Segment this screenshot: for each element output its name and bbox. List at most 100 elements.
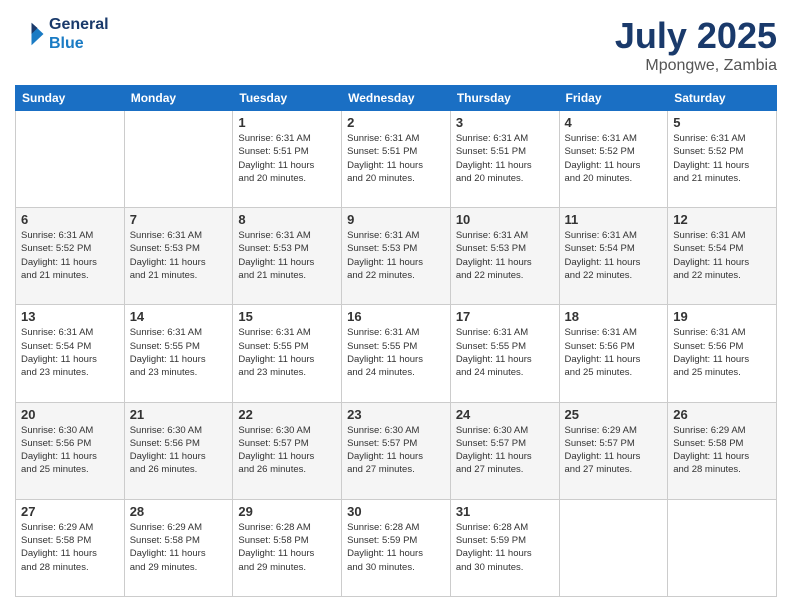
table-row: 20Sunrise: 6:30 AM Sunset: 5:56 PM Dayli… (16, 402, 125, 499)
table-row: 12 Sunrise: 6:31 AM Sunset: 5:54 PM Dayli… (668, 208, 777, 305)
day-number: 15 (238, 309, 336, 324)
table-row: 7 Sunrise: 6:31 AM Sunset: 5:53 PM Daylig… (124, 208, 233, 305)
table-row: 31 Sunrise: 6:28 AM Sunset: 5:59 PM Dayli… (450, 499, 559, 596)
table-row: 9Sunrise: 6:31 AM Sunset: 5:53 PM Daylig… (342, 208, 451, 305)
day-info: Sunrise: 6:31 AM Sunset: 5:55 PM Dayligh… (238, 326, 336, 379)
table-row: 14 Sunrise: 6:31 AM Sunset: 5:55 PM Dayli… (124, 305, 233, 402)
day-info: Sunrise: 6:31 AM Sunset: 5:52 PM Dayligh… (673, 132, 771, 185)
col-monday: Monday (124, 86, 233, 111)
col-sunday: Sunday (16, 86, 125, 111)
day-number: 12 (673, 212, 771, 227)
day-info: Sunrise: 6:29 AM Sunset: 5:57 PM Dayligh… (565, 424, 663, 477)
table-row: 22Sunrise: 6:30 AM Sunset: 5:57 PM Dayli… (233, 402, 342, 499)
day-number: 14 (130, 309, 228, 324)
day-number: 28 (130, 504, 228, 519)
day-info: Sunrise: 6:31 AM Sunset: 5:55 PM Dayligh… (130, 326, 228, 379)
day-info: Sunrise: 6:31 AM Sunset: 5:54 PM Dayligh… (565, 229, 663, 282)
table-row: 27Sunrise: 6:29 AM Sunset: 5:58 PM Dayli… (16, 499, 125, 596)
header: General Blue July 2025 Mpongwe, Zambia (15, 15, 777, 75)
day-number: 8 (238, 212, 336, 227)
calendar-week-row: 1Sunrise: 6:31 AM Sunset: 5:51 PM Daylig… (16, 111, 777, 208)
day-info: Sunrise: 6:31 AM Sunset: 5:54 PM Dayligh… (673, 229, 771, 282)
col-saturday: Saturday (668, 86, 777, 111)
title-block: July 2025 Mpongwe, Zambia (615, 15, 777, 75)
day-number: 4 (565, 115, 663, 130)
table-row: 6 Sunrise: 6:31 AM Sunset: 5:52 PM Daylig… (16, 208, 125, 305)
day-number: 13 (21, 309, 119, 324)
location: Mpongwe, Zambia (615, 57, 777, 75)
table-row: 3 Sunrise: 6:31 AM Sunset: 5:51 PM Daylig… (450, 111, 559, 208)
day-info: Sunrise: 6:29 AM Sunset: 5:58 PM Dayligh… (130, 521, 228, 574)
day-info: Sunrise: 6:31 AM Sunset: 5:53 PM Dayligh… (238, 229, 336, 282)
table-row: 18Sunrise: 6:31 AM Sunset: 5:56 PM Dayli… (559, 305, 668, 402)
table-row: 19 Sunrise: 6:31 AM Sunset: 5:56 PM Dayli… (668, 305, 777, 402)
day-info: Sunrise: 6:30 AM Sunset: 5:56 PM Dayligh… (130, 424, 228, 477)
day-number: 31 (456, 504, 554, 519)
table-row: 4 Sunrise: 6:31 AM Sunset: 5:52 PM Daylig… (559, 111, 668, 208)
day-number: 23 (347, 407, 445, 422)
month-title: July 2025 (615, 15, 777, 57)
day-info: Sunrise: 6:31 AM Sunset: 5:54 PM Dayligh… (21, 326, 119, 379)
col-thursday: Thursday (450, 86, 559, 111)
table-row: 25Sunrise: 6:29 AM Sunset: 5:57 PM Dayli… (559, 402, 668, 499)
day-number: 20 (21, 407, 119, 422)
day-number: 17 (456, 309, 554, 324)
day-number: 9 (347, 212, 445, 227)
day-number: 6 (21, 212, 119, 227)
table-row: 30Sunrise: 6:28 AM Sunset: 5:59 PM Dayli… (342, 499, 451, 596)
table-row: 23 Sunrise: 6:30 AM Sunset: 5:57 PM Dayli… (342, 402, 451, 499)
logo: General Blue (15, 15, 109, 53)
day-number: 7 (130, 212, 228, 227)
table-row (559, 499, 668, 596)
day-number: 5 (673, 115, 771, 130)
calendar-table: Sunday Monday Tuesday Wednesday Thursday… (15, 85, 777, 597)
day-info: Sunrise: 6:29 AM Sunset: 5:58 PM Dayligh… (673, 424, 771, 477)
day-info: Sunrise: 6:31 AM Sunset: 5:51 PM Dayligh… (238, 132, 336, 185)
col-tuesday: Tuesday (233, 86, 342, 111)
col-friday: Friday (559, 86, 668, 111)
table-row: 15 Sunrise: 6:31 AM Sunset: 5:55 PM Dayli… (233, 305, 342, 402)
logo-text: General Blue (49, 15, 109, 53)
table-row: 5 Sunrise: 6:31 AM Sunset: 5:52 PM Daylig… (668, 111, 777, 208)
day-number: 30 (347, 504, 445, 519)
day-number: 16 (347, 309, 445, 324)
table-row (668, 499, 777, 596)
table-row: 1Sunrise: 6:31 AM Sunset: 5:51 PM Daylig… (233, 111, 342, 208)
table-row: 13 Sunrise: 6:31 AM Sunset: 5:54 PM Dayli… (16, 305, 125, 402)
day-info: Sunrise: 6:30 AM Sunset: 5:57 PM Dayligh… (347, 424, 445, 477)
calendar-week-row: 20 Sunrise: 6:30 AM Sunset: 5:56 PM Dayli… (16, 402, 777, 499)
day-number: 11 (565, 212, 663, 227)
calendar-week-row: 6 Sunrise: 6:31 AM Sunset: 5:52 PM Daylig… (16, 208, 777, 305)
day-number: 10 (456, 212, 554, 227)
page: General Blue July 2025 Mpongwe, Zambia S… (0, 0, 792, 612)
col-wednesday: Wednesday (342, 86, 451, 111)
day-number: 19 (673, 309, 771, 324)
day-info: Sunrise: 6:31 AM Sunset: 5:56 PM Dayligh… (673, 326, 771, 379)
day-info: Sunrise: 6:31 AM Sunset: 5:51 PM Dayligh… (347, 132, 445, 185)
table-row: 24Sunrise: 6:30 AM Sunset: 5:57 PM Dayli… (450, 402, 559, 499)
logo-icon (15, 19, 45, 49)
day-info: Sunrise: 6:31 AM Sunset: 5:52 PM Dayligh… (565, 132, 663, 185)
day-number: 21 (130, 407, 228, 422)
table-row: 2 Sunrise: 6:31 AM Sunset: 5:51 PM Daylig… (342, 111, 451, 208)
day-info: Sunrise: 6:31 AM Sunset: 5:53 PM Dayligh… (130, 229, 228, 282)
table-row: 11 Sunrise: 6:31 AM Sunset: 5:54 PM Dayli… (559, 208, 668, 305)
table-row: 28 Sunrise: 6:29 AM Sunset: 5:58 PM Dayli… (124, 499, 233, 596)
table-row: 10 Sunrise: 6:31 AM Sunset: 5:53 PM Dayli… (450, 208, 559, 305)
table-row: 8 Sunrise: 6:31 AM Sunset: 5:53 PM Daylig… (233, 208, 342, 305)
day-number: 29 (238, 504, 336, 519)
day-number: 26 (673, 407, 771, 422)
day-info: Sunrise: 6:31 AM Sunset: 5:51 PM Dayligh… (456, 132, 554, 185)
table-row: 21 Sunrise: 6:30 AM Sunset: 5:56 PM Dayli… (124, 402, 233, 499)
day-number: 18 (565, 309, 663, 324)
day-info: Sunrise: 6:28 AM Sunset: 5:59 PM Dayligh… (456, 521, 554, 574)
day-number: 24 (456, 407, 554, 422)
day-info: Sunrise: 6:31 AM Sunset: 5:52 PM Dayligh… (21, 229, 119, 282)
table-row: 17 Sunrise: 6:31 AM Sunset: 5:55 PM Dayli… (450, 305, 559, 402)
day-info: Sunrise: 6:31 AM Sunset: 5:55 PM Dayligh… (456, 326, 554, 379)
calendar-week-row: 13 Sunrise: 6:31 AM Sunset: 5:54 PM Dayli… (16, 305, 777, 402)
day-number: 2 (347, 115, 445, 130)
day-info: Sunrise: 6:31 AM Sunset: 5:53 PM Dayligh… (456, 229, 554, 282)
day-number: 3 (456, 115, 554, 130)
day-info: Sunrise: 6:28 AM Sunset: 5:58 PM Dayligh… (238, 521, 336, 574)
